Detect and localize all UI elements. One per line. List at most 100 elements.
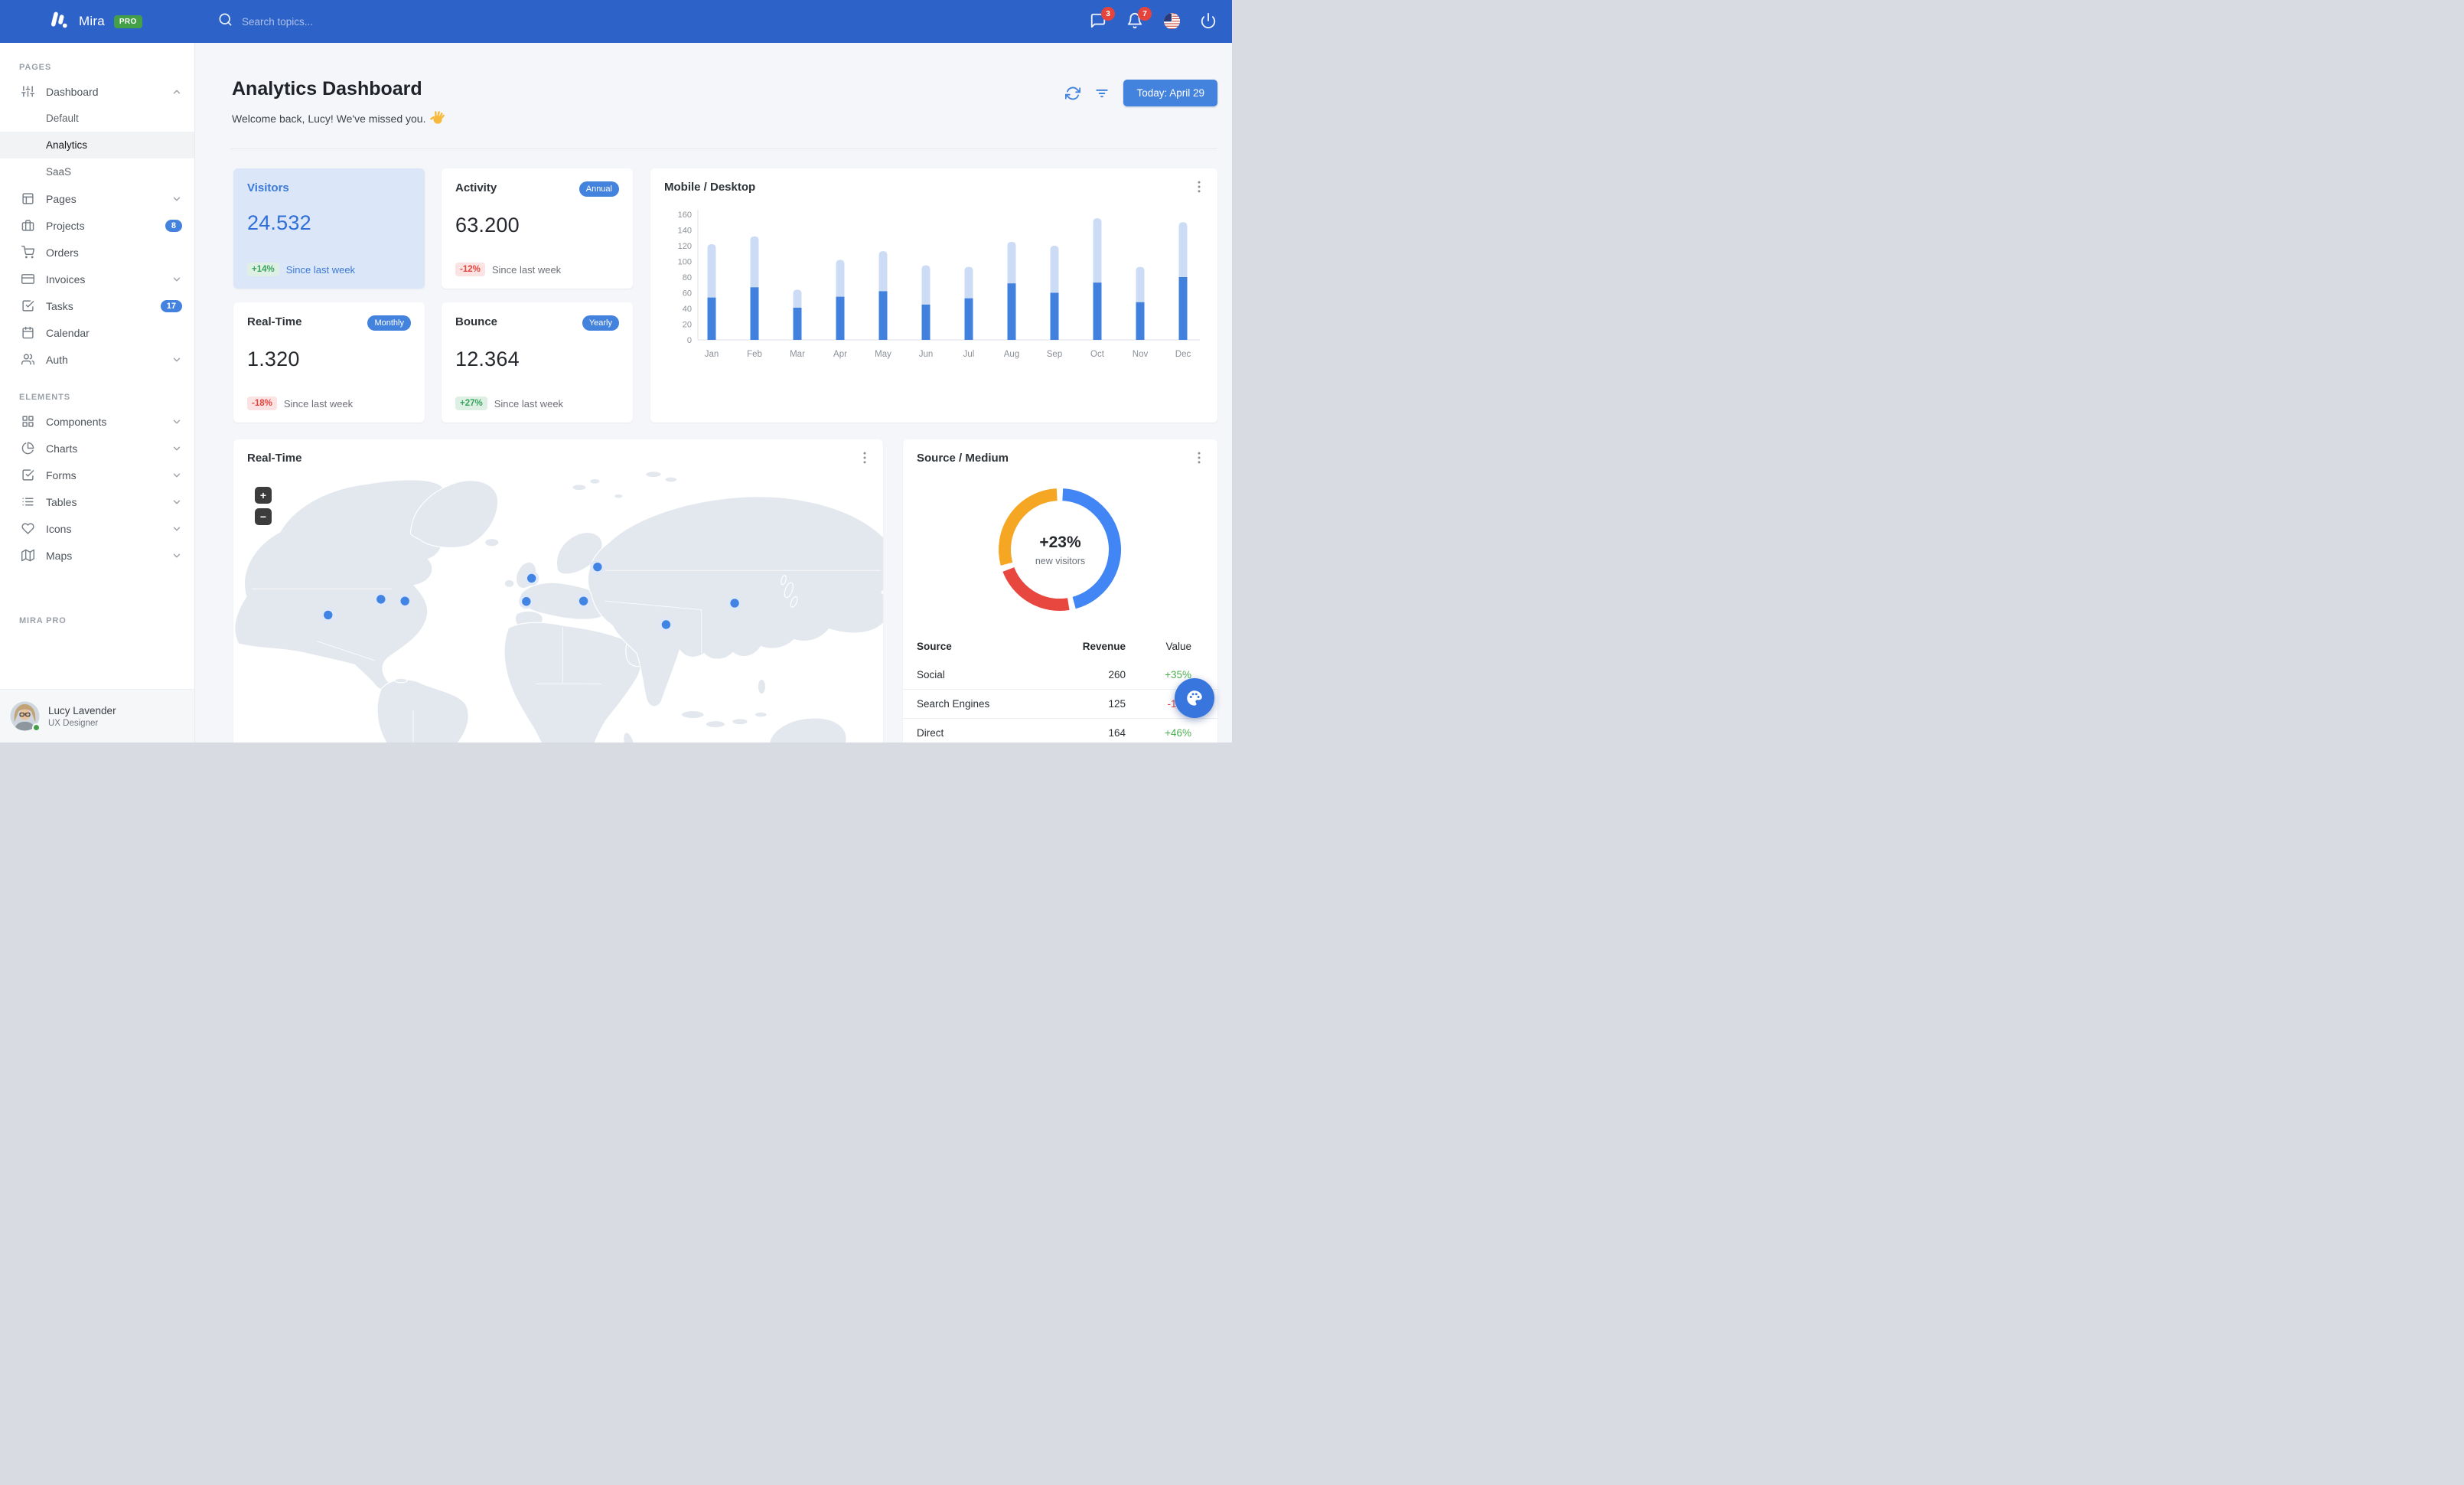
map-title: Real-Time <box>247 452 302 465</box>
stat-value: 1.320 <box>247 348 300 370</box>
table-row-direct: Direct 164 +46% <box>903 718 1217 742</box>
map-visitor-marker[interactable] <box>523 570 539 586</box>
period-chip[interactable]: Annual <box>579 181 619 197</box>
sidebar-item-pages[interactable]: Pages <box>0 185 194 212</box>
stacked-bar-chart[interactable]: 0 20 40 60 80 100 120 140 160 Jan Feb Mar Apr May Jun J… <box>664 205 1204 403</box>
map-zoom-in-button[interactable]: + <box>255 487 272 504</box>
revenue-cell: 260 <box>1108 669 1126 680</box>
value-cell: +46% <box>1165 727 1191 739</box>
source-cell: Social <box>917 669 945 680</box>
wave-emoji <box>430 110 445 127</box>
chevron-down-icon <box>171 354 182 365</box>
period-chip[interactable]: Monthly <box>367 315 411 331</box>
realtime-stat-card: Real-Time Monthly 1.320 -18% Since last we… <box>233 302 425 423</box>
africa <box>504 622 642 742</box>
sidebar-item-icons[interactable]: Icons <box>0 515 194 542</box>
chevron-down-icon <box>171 416 182 427</box>
sidebar-subitem-saas[interactable]: SaaS <box>0 158 194 185</box>
filter-icon[interactable] <box>1094 86 1110 101</box>
sidebar-item-label: Charts <box>46 442 78 455</box>
period-chip[interactable]: Yearly <box>582 315 619 331</box>
australia <box>768 717 847 742</box>
search-input[interactable] <box>242 15 441 28</box>
theme-settings-button[interactable] <box>1175 678 1214 718</box>
brand[interactable]: Mira PRO <box>0 9 195 34</box>
shopping-cart-icon <box>21 246 35 259</box>
map-visitor-marker[interactable] <box>519 594 534 609</box>
notifications-button[interactable]: 7 <box>1126 7 1152 31</box>
sidebar-item-components[interactable]: Components <box>0 408 194 435</box>
stat-title: Visitors <box>247 181 289 194</box>
svg-text:80: 80 <box>683 273 692 282</box>
sidebar-item-invoices[interactable]: Invoices <box>0 266 194 292</box>
table-row-social: Social 260 +35% <box>903 661 1217 689</box>
source-cell: Direct <box>917 727 944 739</box>
stat-title: Activity <box>455 181 497 194</box>
madagascar <box>623 732 635 742</box>
language-flag-button[interactable] <box>1163 12 1181 31</box>
search-bar[interactable] <box>218 12 1090 31</box>
map-visitor-marker[interactable] <box>373 592 389 607</box>
header-divider <box>230 148 1217 149</box>
iceland <box>484 537 500 547</box>
map-visitor-marker[interactable] <box>397 593 412 609</box>
today-button[interactable]: Today: April 29 <box>1123 80 1217 106</box>
map-icon <box>21 549 35 562</box>
users-icon <box>21 353 35 366</box>
stat-title: Bounce <box>455 315 498 328</box>
sidebar-subitem-default[interactable]: Default <box>0 105 194 132</box>
sidebar-item-projects[interactable]: Projects 8 <box>0 212 194 239</box>
sidebar-section-label-elements: ELEMENTS <box>19 393 70 402</box>
map-visitor-marker[interactable] <box>321 607 336 623</box>
more-vertical-icon[interactable] <box>1191 450 1207 465</box>
sidebar-item-charts[interactable]: Charts <box>0 435 194 462</box>
more-vertical-icon[interactable] <box>1191 179 1207 194</box>
sidebar-item-tables[interactable]: Tables <box>0 488 194 515</box>
sidebar-item-orders[interactable]: Orders <box>0 239 194 266</box>
svg-text:Aug: Aug <box>1004 350 1019 359</box>
grid-icon <box>21 415 34 428</box>
sidebar-item-label: Invoices <box>46 273 86 286</box>
svg-text:20: 20 <box>683 321 692 330</box>
svg-text:140: 140 <box>678 227 692 236</box>
sidebar-item-maps[interactable]: Maps <box>0 542 194 569</box>
sidebar-item-dashboard[interactable]: Dashboard <box>0 78 194 105</box>
search-icon <box>218 12 233 31</box>
map-visitor-marker[interactable] <box>727 596 742 611</box>
map-zoom-out-button[interactable]: − <box>255 508 272 525</box>
refresh-icon[interactable] <box>1065 86 1081 101</box>
mobile-desktop-chart-card: Mobile / Desktop 0 20 40 60 80 100 120 140 160 Ja… <box>650 168 1217 423</box>
credit-card-icon <box>21 273 35 286</box>
south-america <box>376 679 469 742</box>
source-medium-card: Source / Medium +23% new visitors Source… <box>903 439 1217 742</box>
map-visitor-marker[interactable] <box>590 559 605 575</box>
sidebar: PAGES Dashboard Default Analytics SaaS Pages P… <box>0 43 195 742</box>
table-row-search-engines: Search Engines125-12% <box>903 689 1217 718</box>
map-visitor-marker[interactable] <box>575 593 592 609</box>
source-medium-donut-chart[interactable] <box>917 473 1204 626</box>
sidebar-item-forms[interactable]: Forms <box>0 462 194 488</box>
delta-badge: -18% <box>247 397 277 410</box>
sidebar-user[interactable]: Lucy Lavender UX Designer <box>0 689 194 742</box>
power-icon <box>1201 12 1216 29</box>
sidebar-item-auth[interactable]: Auth <box>0 346 194 373</box>
chart-title: Mobile / Desktop <box>664 181 756 194</box>
messages-button[interactable]: 3 <box>1090 7 1115 31</box>
mira-analytics-dashboard: Mira PRO 3 7 <box>0 0 1232 742</box>
svg-text:40: 40 <box>683 305 692 314</box>
svg-text:Nov: Nov <box>1133 350 1149 359</box>
svg-text:120: 120 <box>678 242 692 251</box>
world-map[interactable] <box>233 439 883 742</box>
map-visitor-marker[interactable] <box>658 617 674 632</box>
calendar-icon <box>21 326 34 339</box>
sidebar-item-tasks[interactable]: Tasks 17 <box>0 292 194 319</box>
sidebar-subitem-analytics[interactable]: Analytics <box>0 132 194 158</box>
delta-badge: +27% <box>455 397 487 410</box>
logout-button[interactable] <box>1200 12 1218 31</box>
delta-badge: -12% <box>455 263 485 276</box>
briefcase-icon <box>21 219 34 232</box>
stat-value: 24.532 <box>247 211 311 234</box>
page-title: Analytics Dashboard <box>232 78 422 100</box>
activity-card: Activity Annual 63.200 -12% Since last wee… <box>442 168 633 289</box>
sidebar-item-calendar[interactable]: Calendar <box>0 319 194 346</box>
